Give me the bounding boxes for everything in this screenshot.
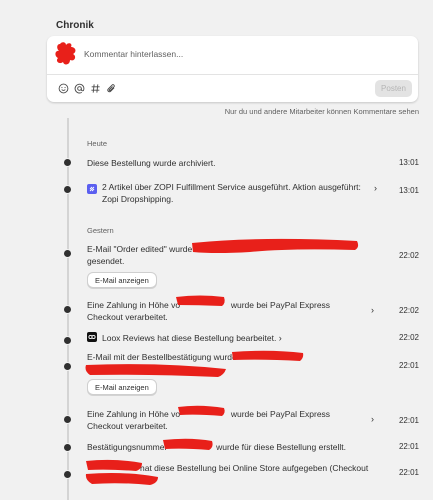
event-time: 22:02 bbox=[398, 251, 419, 260]
emoji-icon[interactable] bbox=[58, 83, 69, 94]
event-time: 22:01 bbox=[398, 416, 419, 425]
chevron-right-icon[interactable]: › bbox=[374, 183, 377, 193]
chevron-right-icon[interactable]: › bbox=[371, 414, 374, 424]
event-order-placed: hat diese Bestellung bei Online Store au… bbox=[140, 463, 369, 473]
chevron-right-icon[interactable]: › bbox=[371, 305, 374, 315]
event-archived: Diese Bestellung wurde archiviert. bbox=[87, 158, 216, 168]
event-dot bbox=[62, 248, 72, 258]
event-time: 13:01 bbox=[398, 186, 419, 195]
event-paypal-payment: Eine Zahlung in Höhe vo wurde bei PayPal… bbox=[87, 299, 367, 323]
event-dot bbox=[62, 304, 72, 314]
loox-app-icon bbox=[87, 332, 97, 342]
date-label-today: Heute bbox=[87, 139, 108, 148]
chevron-right-icon[interactable]: › bbox=[279, 333, 282, 343]
event-dot bbox=[62, 469, 72, 479]
event-text-after: gesendet. bbox=[87, 256, 125, 266]
event-dot bbox=[62, 442, 72, 452]
event-text-before: Bestätigungsnummer bbox=[87, 442, 168, 452]
event-confirmation-number: Bestätigungsnummer wurde für diese Beste… bbox=[87, 441, 382, 453]
timeline-title: Chronik bbox=[56, 20, 94, 31]
event-paypal-payment: Eine Zahlung in Höhe vo wurde bei PayPal… bbox=[87, 408, 367, 432]
zopi-app-icon bbox=[87, 184, 97, 194]
event-time: 22:01 bbox=[398, 361, 419, 370]
visibility-note: Nur du und andere Mitarbeiter können Kom… bbox=[224, 107, 419, 116]
event-time: 22:02 bbox=[398, 306, 419, 315]
view-email-button[interactable]: E-Mail anzeigen bbox=[87, 379, 157, 395]
hashtag-icon[interactable] bbox=[90, 83, 101, 94]
comment-card bbox=[47, 36, 418, 102]
event-text-before: Eine Zahlung in Höhe vo bbox=[87, 409, 181, 419]
event-text-before: E-Mail "Order edited" wurde an bbox=[87, 244, 205, 254]
view-email-button[interactable]: E-Mail anzeigen bbox=[87, 272, 157, 288]
event-loox-reviews: Loox Reviews hat diese Bestellung bearbe… bbox=[102, 332, 397, 344]
post-button[interactable]: Posten bbox=[375, 80, 412, 97]
event-order-edited-email: E-Mail "Order edited" wurde an gesendet. bbox=[87, 243, 382, 267]
event-time: 13:01 bbox=[398, 158, 419, 167]
mention-icon[interactable] bbox=[74, 83, 85, 94]
event-dot bbox=[62, 361, 72, 371]
event-text: Loox Reviews hat diese Bestellung bearbe… bbox=[102, 333, 277, 343]
event-dot bbox=[62, 414, 72, 424]
event-dot bbox=[62, 184, 72, 194]
comment-input[interactable] bbox=[84, 47, 364, 61]
event-zopi-fulfillment: 2 Artikel über ZOPI Fulfillment Service … bbox=[102, 182, 361, 204]
user-avatar bbox=[55, 42, 76, 65]
date-label-yesterday: Gestern bbox=[87, 226, 114, 235]
comment-card-divider bbox=[47, 74, 418, 75]
event-dot bbox=[62, 335, 72, 345]
event-time: 22:02 bbox=[398, 333, 419, 342]
event-time: 22:01 bbox=[398, 442, 419, 451]
attachment-icon[interactable] bbox=[106, 83, 117, 94]
event-time: 22:01 bbox=[398, 468, 419, 477]
event-order-confirmation-email: E-Mail mit der Bestellbestätigung wurde bbox=[87, 352, 237, 362]
event-text-after: wurde für diese Bestellung erstellt. bbox=[216, 442, 347, 452]
event-dot bbox=[62, 157, 72, 167]
event-text-before: Eine Zahlung in Höhe vo bbox=[87, 300, 181, 310]
